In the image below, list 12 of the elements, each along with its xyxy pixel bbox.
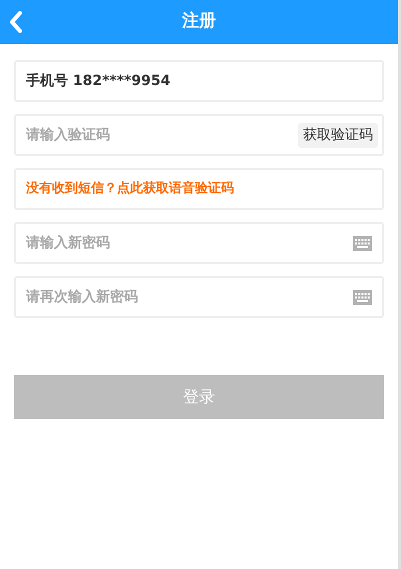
password-field[interactable]: 请输入新密码 [14,222,384,264]
password-field[interactable]: 请再次输入新密码 [14,276,384,318]
back-icon[interactable] [9,11,23,33]
page-title: 注册 [182,10,216,34]
code-input[interactable]: 请输入验证码 [26,124,298,146]
phone-field: 手机号 182****9954 [14,60,384,102]
password-input[interactable]: 请输入新密码 [26,232,353,254]
password-input[interactable]: 请再次输入新密码 [26,286,353,308]
get-code-button[interactable]: 获取验证码 [298,122,378,148]
keyboard-icon[interactable] [353,236,372,250]
code-field[interactable]: 请输入验证码 获取验证码 [14,114,384,156]
keyboard-icon[interactable] [353,290,372,304]
